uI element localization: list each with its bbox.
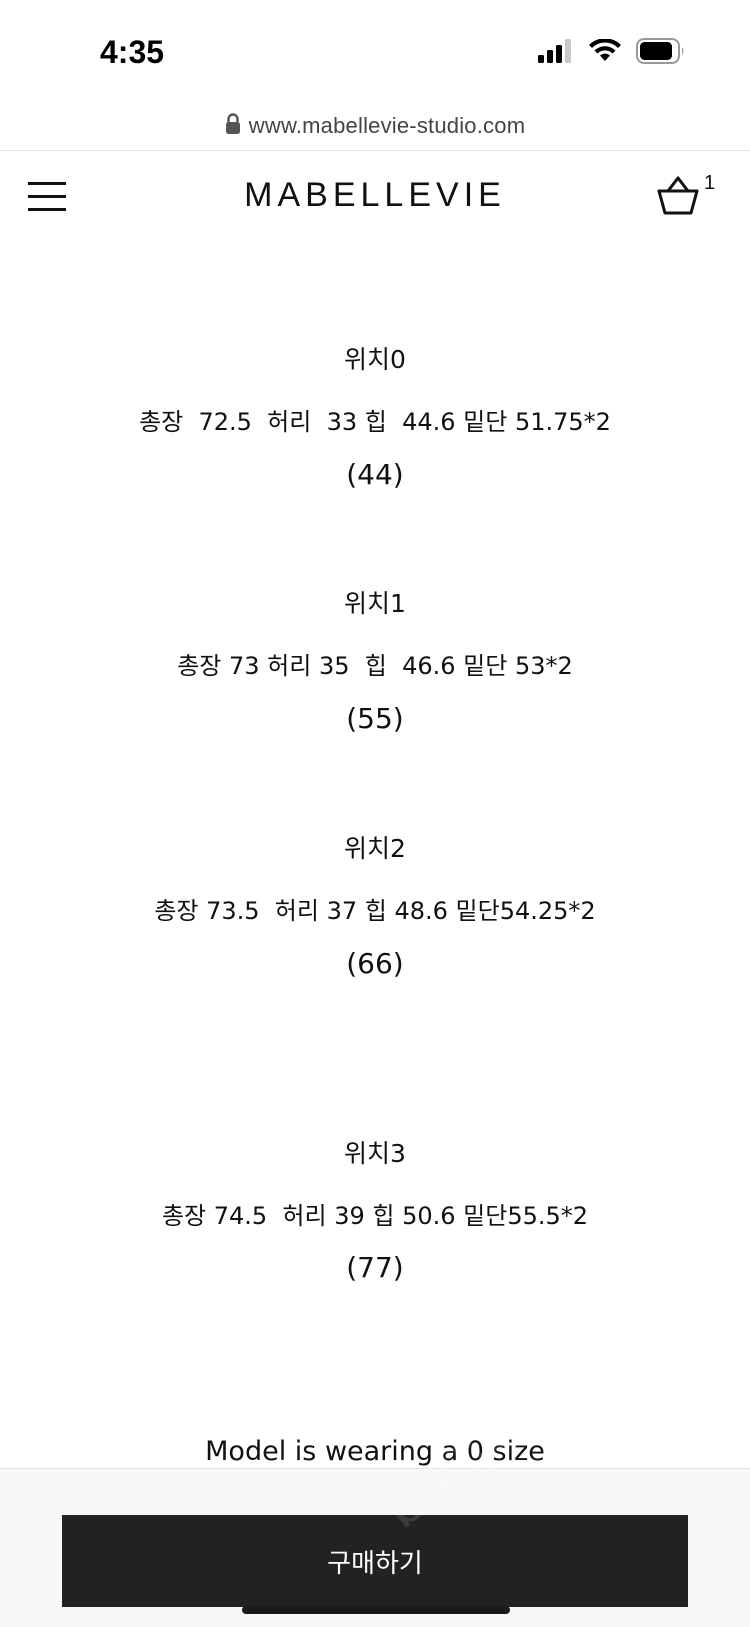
status-bar: 4:35 — [0, 0, 750, 100]
battery-icon — [636, 38, 686, 68]
signal-icon — [538, 39, 574, 67]
shopping-bag-icon — [656, 176, 700, 222]
size-code: (44) — [346, 458, 404, 491]
wifi-icon — [588, 38, 622, 67]
size-measurements: 총장 74.5 허리 39 힙 50.6 밑단55.5*2 — [161, 1202, 589, 1230]
status-icons — [538, 38, 686, 68]
home-indicator[interactable] — [242, 1606, 510, 1614]
size-label: 위치0 — [344, 345, 406, 374]
size-measurements: 총장 73 허리 35 힙 46.6 밑단 53*2 — [177, 652, 573, 680]
site-header: MABELLEVIE 1 — [0, 152, 750, 244]
cart-button[interactable]: 1 — [656, 172, 716, 224]
lock-icon — [225, 113, 241, 139]
model-size-note: Model is wearing a 0 size — [205, 1436, 545, 1467]
status-time: 4:35 — [100, 34, 165, 70]
header-divider — [0, 150, 750, 151]
size-measurements: 총장 72.5 허리 33 힙 44.6 밑단 51.75*2 — [139, 408, 611, 436]
size-code: (55) — [346, 702, 404, 735]
size-label: 위치1 — [344, 589, 406, 618]
size-code: (77) — [346, 1251, 404, 1284]
size-label: 위치2 — [344, 834, 406, 863]
address-bar[interactable]: www.mabellevie-studio.com — [0, 108, 750, 144]
bottom-purchase-bar: 구매하기 — [0, 1468, 750, 1627]
url-text[interactable]: www.mabellevie-studio.com — [249, 113, 525, 139]
site-logo[interactable]: MABELLEVIE — [0, 176, 750, 215]
size-measurements: 총장 73.5 허리 37 힙 48.6 밑단54.25*2 — [154, 897, 596, 925]
size-label: 위치3 — [344, 1139, 406, 1168]
size-code: (66) — [346, 947, 404, 980]
cart-count-badge: 1 — [704, 172, 716, 194]
buy-button[interactable]: 구매하기 — [62, 1515, 688, 1607]
